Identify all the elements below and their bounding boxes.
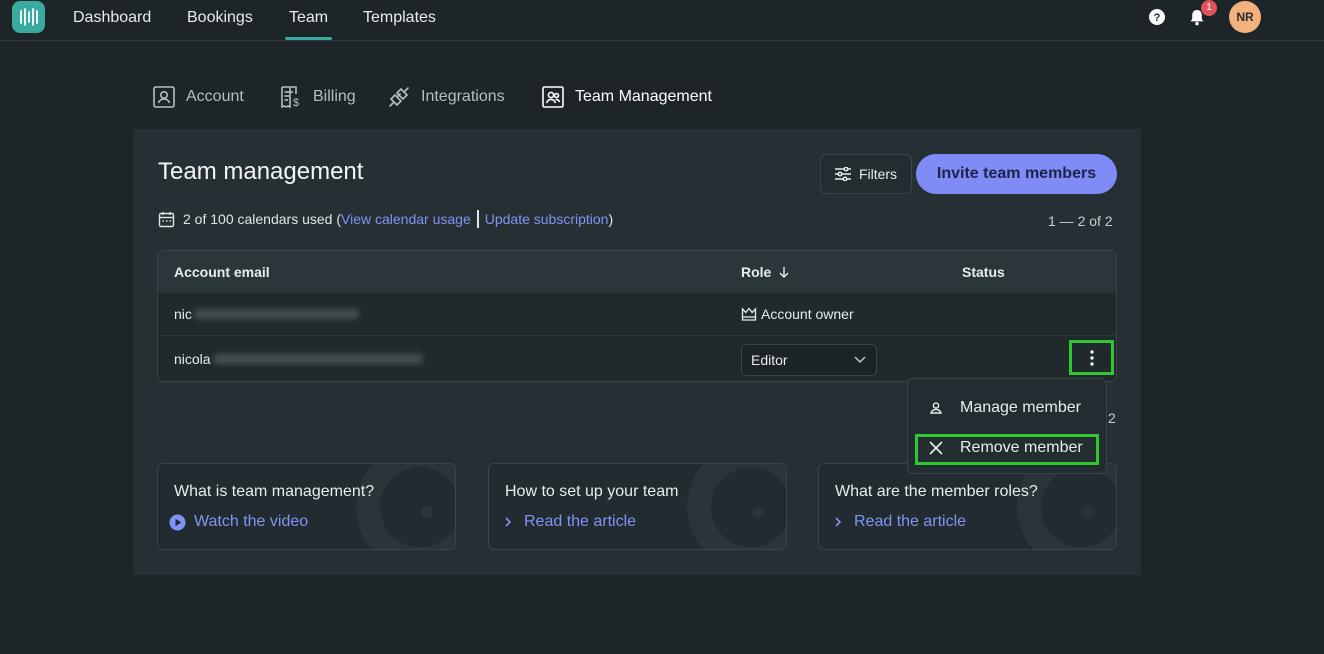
remove-member-item[interactable]: Remove member bbox=[928, 435, 1083, 461]
help-icon[interactable]: ? bbox=[1149, 9, 1165, 25]
play-icon bbox=[169, 514, 186, 530]
role-text: Account owner bbox=[761, 306, 854, 322]
nav-bookings[interactable]: Bookings bbox=[187, 0, 253, 40]
card-title: What is team management? bbox=[174, 483, 375, 500]
nav-dashboard[interactable]: Dashboard bbox=[73, 0, 151, 40]
member-email: nicola bbox=[174, 351, 423, 367]
nav-team[interactable]: Team bbox=[284, 0, 333, 40]
header-status: Status bbox=[962, 264, 1005, 280]
tab-integrations-label: Integrations bbox=[421, 88, 505, 105]
read-article-link[interactable]: Read the article bbox=[500, 513, 636, 531]
tab-account-label: Account bbox=[186, 88, 244, 105]
info-card-setup-team: How to set up your team Read the article bbox=[488, 463, 787, 550]
pagination-bottom: 2 bbox=[1108, 410, 1116, 426]
pagination-count: 1 — 2 of 2 bbox=[1048, 213, 1113, 229]
info-card-team-management: What is team management? Watch the video bbox=[157, 463, 456, 550]
usage-text: 2 of 100 calendars used bbox=[183, 211, 333, 227]
member-email: nic bbox=[174, 306, 359, 322]
invite-team-members-button[interactable]: Invite team members bbox=[916, 154, 1117, 194]
manage-member-item[interactable]: Manage member bbox=[928, 395, 1081, 421]
crown-icon bbox=[741, 307, 757, 321]
paren-open: ( bbox=[332, 211, 342, 227]
invoice-icon: $ bbox=[281, 86, 299, 109]
arrow-down-icon bbox=[779, 267, 789, 278]
chevron-down-icon bbox=[854, 356, 866, 363]
tab-billing[interactable]: $ Billing bbox=[279, 84, 356, 110]
card-link-label: Read the article bbox=[854, 513, 967, 530]
email-text: nic bbox=[174, 306, 192, 322]
tab-account[interactable]: Account bbox=[152, 84, 244, 110]
chevron-right-icon bbox=[505, 517, 512, 527]
avatar[interactable]: NR bbox=[1229, 1, 1261, 33]
header-account-email: Account email bbox=[174, 264, 270, 280]
filters-button[interactable]: Filters bbox=[820, 154, 912, 194]
question-decoration-icon bbox=[1017, 464, 1116, 549]
card-title: How to set up your team bbox=[505, 483, 679, 500]
update-subscription-link[interactable]: Update subscription bbox=[485, 211, 609, 227]
remove-member-label: Remove member bbox=[960, 439, 1083, 456]
question-decoration-icon bbox=[687, 464, 786, 549]
kebab-menu-icon bbox=[1089, 349, 1094, 366]
card-link-label: Watch the video bbox=[194, 513, 309, 530]
card-title: What are the member roles? bbox=[835, 483, 1038, 500]
chevron-right-icon bbox=[835, 517, 842, 527]
role-select[interactable]: Editor bbox=[741, 344, 877, 376]
redacted-email bbox=[212, 354, 423, 364]
info-card-member-roles: What are the member roles? Read the arti… bbox=[818, 463, 1117, 550]
team-card-icon bbox=[542, 86, 564, 108]
table-header: Account email Role Status bbox=[158, 251, 1116, 293]
svg-text:$: $ bbox=[293, 97, 299, 109]
watch-video-link[interactable]: Watch the video bbox=[169, 513, 308, 531]
nav-templates[interactable]: Templates bbox=[363, 0, 436, 40]
table-row: nic Account owner bbox=[158, 293, 1116, 336]
table-row: nicola Editor bbox=[158, 335, 1116, 381]
calendar-icon bbox=[158, 211, 175, 227]
filters-label: Filters bbox=[858, 166, 898, 182]
svg-text:?: ? bbox=[1154, 12, 1161, 24]
manage-member-label: Manage member bbox=[960, 399, 1081, 416]
more-options-button[interactable] bbox=[1069, 340, 1114, 375]
view-calendar-usage-link[interactable]: View calendar usage bbox=[341, 211, 471, 227]
sliders-icon bbox=[834, 167, 851, 181]
plug-icon bbox=[389, 87, 409, 107]
header-role[interactable]: Role bbox=[741, 264, 789, 280]
close-icon bbox=[929, 441, 943, 455]
read-article-link[interactable]: Read the article bbox=[830, 513, 966, 531]
email-text: nicola bbox=[174, 351, 211, 367]
card-link-label: Read the article bbox=[524, 513, 637, 530]
member-actions-menu: Manage member Remove member bbox=[907, 378, 1107, 474]
header-role-label: Role bbox=[741, 264, 772, 280]
role-account-owner: Account owner bbox=[741, 306, 854, 322]
notification-badge: 1 bbox=[1201, 0, 1217, 16]
tab-billing-label: Billing bbox=[313, 88, 356, 105]
question-decoration-icon bbox=[356, 464, 455, 549]
calendar-usage: 2 of 100 calendars used ( View calendar … bbox=[158, 209, 613, 229]
members-table: Account email Role Status nic Account ow… bbox=[157, 250, 1117, 382]
top-navigation: Dashboard Bookings Team Templates ? 1 NR bbox=[0, 0, 1324, 41]
page-title: Team management bbox=[158, 158, 364, 185]
tab-team-management-label: Team Management bbox=[575, 88, 712, 105]
logo-bars-icon bbox=[19, 8, 38, 26]
paren-close: ) bbox=[608, 211, 614, 227]
tab-team-management[interactable]: Team Management bbox=[541, 84, 712, 110]
link-separator bbox=[476, 210, 479, 228]
tab-integrations[interactable]: Integrations bbox=[387, 84, 505, 110]
redacted-email bbox=[193, 309, 359, 319]
user-card-icon bbox=[153, 86, 175, 108]
user-icon bbox=[930, 402, 942, 414]
app-logo[interactable] bbox=[12, 1, 45, 33]
role-select-value: Editor bbox=[751, 352, 788, 368]
